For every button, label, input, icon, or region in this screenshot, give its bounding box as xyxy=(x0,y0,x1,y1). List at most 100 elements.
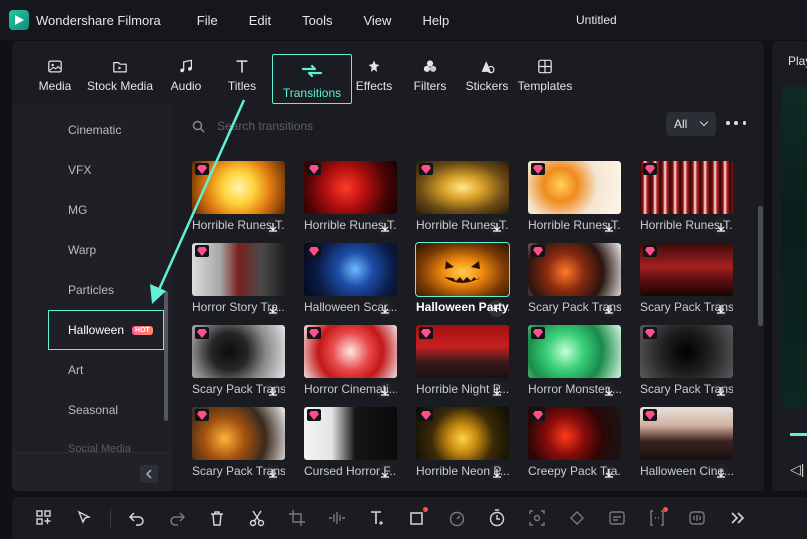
effects-icon xyxy=(368,60,380,72)
filter-dropdown[interactable]: All xyxy=(666,112,716,136)
bracket-icon[interactable] xyxy=(637,506,677,530)
timer-icon[interactable] xyxy=(477,506,517,530)
dot-icon xyxy=(742,121,746,125)
transition-card[interactable]: Horrible Runes T... xyxy=(416,161,509,239)
menu-tools[interactable]: Tools xyxy=(302,13,332,28)
crop-icon[interactable] xyxy=(277,506,317,530)
transition-name: Scary Pack Trans... xyxy=(192,382,285,396)
transition-card[interactable]: Halloween Cine... xyxy=(640,407,733,485)
sidebar-footer xyxy=(12,452,172,491)
premium-gem-icon xyxy=(643,327,657,339)
transition-name: Cursed Horror F... xyxy=(304,464,397,478)
notification-dot xyxy=(663,507,668,512)
voice-icon[interactable] xyxy=(677,506,717,530)
premium-gem-icon xyxy=(531,163,545,175)
tab-stock-media[interactable]: Stock Media xyxy=(80,41,160,93)
tab-effects[interactable]: Effects xyxy=(352,41,396,93)
freeze-frame-icon[interactable] xyxy=(517,506,557,530)
previous-frame-icon[interactable]: ◁| xyxy=(790,461,804,478)
transition-card[interactable]: Horrible Night P... xyxy=(416,325,509,403)
category-warp[interactable]: Warp xyxy=(68,243,96,257)
transition-card[interactable]: Horrible Runes T... xyxy=(528,161,621,239)
transition-card[interactable]: Scary Pack Trans... xyxy=(192,325,285,403)
menu-help[interactable]: Help xyxy=(422,13,449,28)
player-tab[interactable]: Play xyxy=(788,54,807,68)
grid-scrollbar[interactable] xyxy=(758,206,763,326)
premium-gem-icon xyxy=(419,163,433,175)
premium-gem-icon xyxy=(195,409,209,421)
transition-card[interactable]: Scary Pack Trans... xyxy=(528,243,621,321)
shape-icon[interactable] xyxy=(397,506,437,530)
redo-icon[interactable] xyxy=(157,506,197,530)
tab-transitions[interactable]: Transitions xyxy=(272,54,352,104)
tab-titles[interactable]: Titles xyxy=(212,41,272,93)
speed-icon[interactable] xyxy=(437,506,477,530)
transition-card[interactable]: Horror Cinemati... xyxy=(304,325,397,403)
undo-icon[interactable] xyxy=(117,506,157,530)
transition-thumbnail xyxy=(415,242,510,297)
transition-name: Horror Monster ... xyxy=(528,382,621,396)
premium-gem-icon xyxy=(307,163,321,175)
category-mg[interactable]: MG xyxy=(68,203,87,217)
collapse-sidebar-button[interactable] xyxy=(140,465,158,483)
delete-icon[interactable] xyxy=(197,506,237,530)
layout-icon[interactable] xyxy=(24,506,64,530)
premium-gem-icon xyxy=(643,245,657,257)
transition-card[interactable]: Cursed Horror F... xyxy=(304,407,397,485)
dot-icon xyxy=(726,121,730,125)
transition-name: Horrible Runes T... xyxy=(640,218,733,232)
menu-view[interactable]: View xyxy=(363,13,391,28)
category-particles[interactable]: Particles xyxy=(68,283,114,297)
tab-media[interactable]: Media xyxy=(30,41,80,93)
cut-icon[interactable] xyxy=(237,506,277,530)
premium-gem-icon xyxy=(307,245,321,257)
tab-label: Effects xyxy=(355,79,393,93)
transitions-icon xyxy=(301,64,323,78)
transition-card[interactable]: Horror Monster ... xyxy=(528,325,621,403)
caption-icon[interactable] xyxy=(597,506,637,530)
category-cinematic[interactable]: Cinematic xyxy=(68,123,121,137)
menu-file[interactable]: File xyxy=(197,13,218,28)
tab-audio[interactable]: Audio xyxy=(160,41,212,93)
more-options-button[interactable] xyxy=(726,113,746,133)
category-halloween[interactable]: Halloween HOT xyxy=(48,310,164,350)
search-icon xyxy=(192,120,205,132)
color-match-icon[interactable] xyxy=(557,506,597,530)
transition-card[interactable]: Horror Story Tra... xyxy=(192,243,285,321)
transition-card[interactable]: Horrible Runes T... xyxy=(304,161,397,239)
transition-card[interactable]: Halloween Scar... xyxy=(304,243,397,321)
transition-card[interactable]: Horrible Runes T... xyxy=(192,161,285,239)
audio-stretch-icon[interactable] xyxy=(317,506,357,530)
category-label: Halloween xyxy=(68,323,125,337)
tab-label: Transitions xyxy=(282,86,342,100)
search-input[interactable] xyxy=(217,119,457,133)
notification-dot xyxy=(423,507,428,512)
text-icon[interactable] xyxy=(357,506,397,530)
select-icon[interactable] xyxy=(64,506,104,530)
tab-label: Stock Media xyxy=(86,79,154,93)
menu-edit[interactable]: Edit xyxy=(249,13,271,28)
sidebar-scrollbar[interactable] xyxy=(164,291,168,421)
transition-card-selected[interactable]: + Halloween Party... xyxy=(415,242,510,321)
transition-card[interactable]: Horrible Runes T... xyxy=(640,161,733,239)
tab-stickers[interactable]: Stickers xyxy=(464,41,510,93)
category-seasonal[interactable]: Seasonal xyxy=(68,403,118,417)
transition-card[interactable]: Scary Pack Trans... xyxy=(640,325,733,403)
category-art[interactable]: Art xyxy=(68,363,83,377)
playhead-bar[interactable] xyxy=(790,433,807,436)
category-sidebar: Cinematic VFX MG Warp Particles Hallowee… xyxy=(12,105,172,491)
premium-gem-icon xyxy=(643,409,657,421)
transition-card[interactable]: Horrible Neon P... xyxy=(416,407,509,485)
transition-name: Horrible Runes T... xyxy=(192,218,285,232)
tab-templates[interactable]: Templates xyxy=(510,41,580,93)
transition-name: Scary Pack Trans... xyxy=(192,464,285,478)
transition-grid: Horrible Runes T... Horrible Runes T... … xyxy=(192,161,752,491)
transition-name: Creepy Pack Tra... xyxy=(528,464,621,478)
tab-filters[interactable]: Filters xyxy=(396,41,464,93)
transition-card[interactable]: Scary Pack Trans... xyxy=(192,407,285,485)
category-vfx[interactable]: VFX xyxy=(68,163,91,177)
premium-gem-icon xyxy=(419,327,433,339)
transition-card[interactable]: Scary Pack Trans... xyxy=(640,243,733,321)
more-tools-icon[interactable] xyxy=(717,506,757,530)
transition-card[interactable]: Creepy Pack Tra... xyxy=(528,407,621,485)
